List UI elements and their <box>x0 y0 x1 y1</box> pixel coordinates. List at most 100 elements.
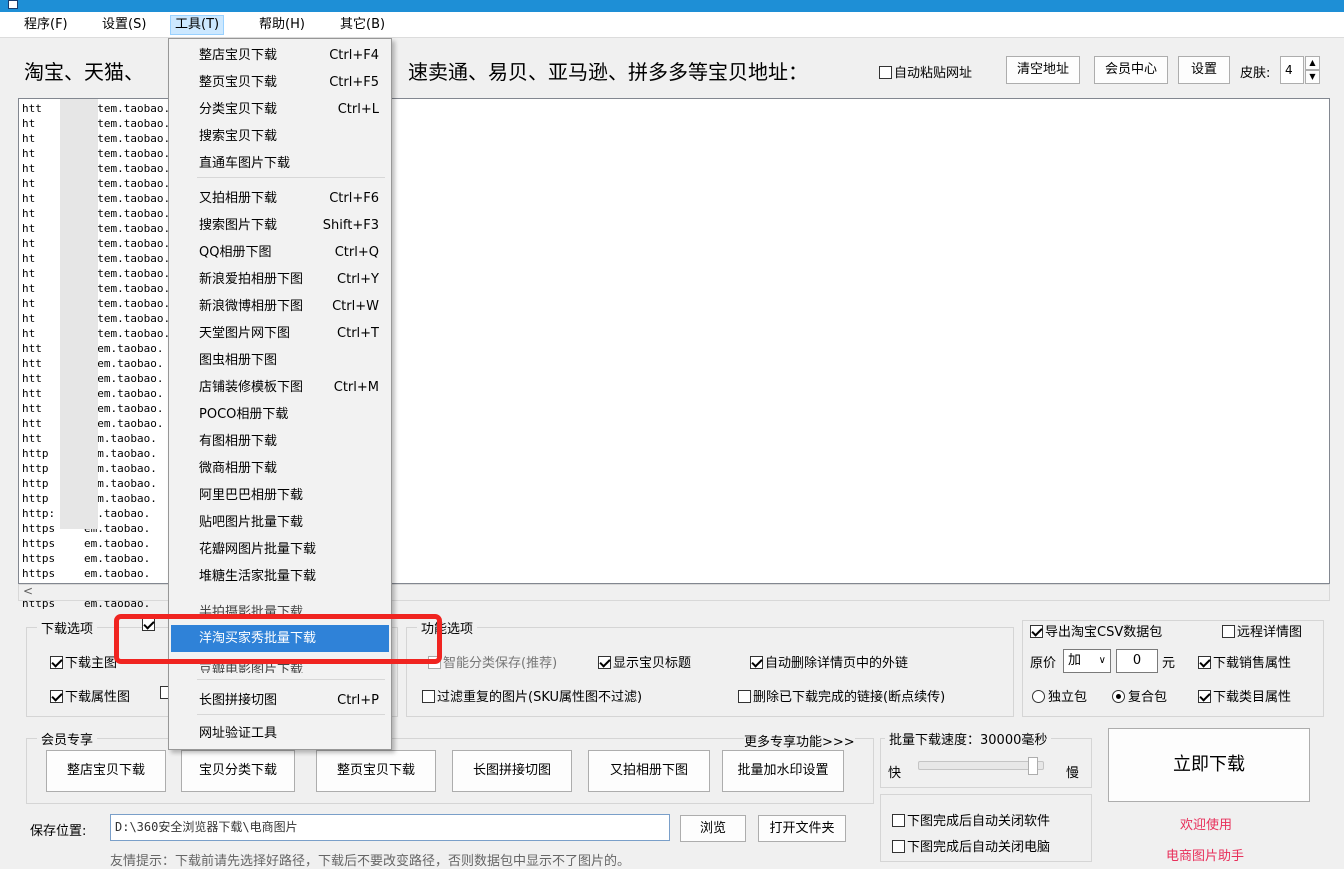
url-list-item: ht/item.taobao. <box>22 326 182 341</box>
url-prefix: ht <box>22 222 36 235</box>
browse-button[interactable]: 浏览 <box>680 815 746 842</box>
member-center-button[interactable]: 会员中心 <box>1094 56 1168 84</box>
chevron-down-icon: ∨ <box>1098 655 1106 666</box>
smart-category-checkbox[interactable]: 智能分类保存(推荐) <box>428 652 557 671</box>
url-list-item: https em.taobao. <box>22 536 182 551</box>
menu-settings[interactable]: 设置(S) <box>98 15 150 35</box>
member-exclusive-title: 会员专享 <box>37 729 98 748</box>
tools-menu-item[interactable]: POCO相册下载 <box>171 401 389 428</box>
close-pc-checkbox[interactable]: 下图完成后自动关闭电脑 <box>892 836 1050 855</box>
check-icon <box>892 814 905 827</box>
welcome-text: 欢迎使用 <box>1180 818 1233 833</box>
tools-menu-item[interactable]: 又拍相册下载 Ctrl+F6 <box>171 185 389 212</box>
url-prefix: ht <box>22 282 36 295</box>
download-now-button[interactable]: 立即下载 <box>1108 728 1310 802</box>
tools-menu-item[interactable]: 网址验证工具 <box>171 720 389 747</box>
speed-slider-track[interactable] <box>918 761 1044 770</box>
settings-button[interactable]: 设置 <box>1178 56 1230 84</box>
member-youpai-button[interactable]: 又拍相册下图 <box>588 750 710 792</box>
show-title-label: 显示宝贝标题 <box>613 656 692 671</box>
tools-menu-item[interactable]: 图虫相册下图 <box>171 347 389 374</box>
member-page-download-button[interactable]: 整页宝贝下载 <box>316 750 436 792</box>
skin-down-arrow-icon[interactable]: ▼ <box>1305 70 1320 84</box>
price-operator-select[interactable]: 加 ∨ <box>1063 649 1111 673</box>
member-long-image-button[interactable]: 长图拼接切图 <box>452 750 572 792</box>
open-folder-button[interactable]: 打开文件夹 <box>758 815 846 842</box>
tools-menu-item[interactable]: 微商相册下载 <box>171 455 389 482</box>
tools-menu-item[interactable]: 阿里巴巴相册下载 <box>171 482 389 509</box>
tools-menu-item-partial[interactable]: 半拍摄影批量下载 <box>199 601 303 615</box>
download-options-title: 下载选项 <box>37 618 98 637</box>
url-prefix: http: <box>22 507 56 520</box>
url-prefix: ht <box>22 312 36 325</box>
tools-menu-item[interactable]: 有图相册下载 <box>171 428 389 455</box>
menu-other[interactable]: 其它(B) <box>336 15 389 35</box>
sales-attr-checkbox[interactable]: 下载销售属性 <box>1198 652 1291 671</box>
tools-menu-item[interactable]: 搜索图片下载 Shift+F3 <box>171 212 389 239</box>
tools-menu-item[interactable]: QQ相册下图 Ctrl+Q <box>171 239 389 266</box>
url-prefix: https <box>22 522 56 535</box>
menu-tools[interactable]: 工具(T) <box>170 15 225 35</box>
tools-menu-item[interactable]: 分类宝贝下载 Ctrl+L <box>171 96 389 123</box>
url-list-item: ht/item.taobao. <box>22 296 182 311</box>
url-list-item: htt item.taobao. <box>22 371 182 386</box>
tools-menu-item[interactable]: 堆糖生活家批量下载 <box>171 563 389 590</box>
tools-menu-item-label: 网址验证工具 <box>199 726 278 741</box>
auto-paste-label: 自动粘贴网址 <box>894 66 973 81</box>
check-icon <box>598 656 611 669</box>
filter-duplicate-checkbox[interactable]: 过滤重复的图片(SKU属性图不过滤) <box>422 686 642 705</box>
scroll-left-arrow-icon[interactable]: < <box>23 584 33 598</box>
tools-menu-item-label: POCO相册下载 <box>199 407 289 422</box>
member-category-download-button[interactable]: 宝贝分类下载 <box>181 750 295 792</box>
download-attr-image-checkbox[interactable]: 下载属性图 <box>50 686 130 705</box>
close-app-checkbox[interactable]: 下图完成后自动关闭软件 <box>892 810 1050 829</box>
menu-program[interactable]: 程序(F) <box>20 15 72 35</box>
tools-menu-item[interactable]: 长图拼接切图 Ctrl+P <box>171 687 389 714</box>
tools-menu-item[interactable]: 新浪微博相册下图 Ctrl+W <box>171 293 389 320</box>
tools-menu-item[interactable]: 整店宝贝下载 Ctrl+F4 <box>171 42 389 69</box>
tools-menu-item[interactable]: 搜索宝贝下载 <box>171 123 389 150</box>
show-title-checkbox[interactable]: 显示宝贝标题 <box>598 652 691 671</box>
url-list-item: htt item.taobao. <box>22 341 182 356</box>
delete-done-checkbox[interactable]: 删除已下载完成的链接(断点续传) <box>738 686 945 705</box>
url-list-item: htt/item.taobao. <box>22 101 182 116</box>
skin-up-arrow-icon[interactable]: ▲ <box>1305 56 1320 70</box>
url-prefix: ht <box>22 132 36 145</box>
delete-done-label: 删除已下载完成的链接(断点续传) <box>753 690 946 705</box>
url-list-item: ht/item.taobao. <box>22 191 182 206</box>
url-prefix: htt <box>22 417 42 430</box>
auto-paste-checkbox[interactable]: 自动粘贴网址 <box>879 62 972 81</box>
sales-attr-label: 下载销售属性 <box>1213 656 1292 671</box>
price-value-input[interactable]: 0 <box>1116 649 1158 673</box>
speed-title: 批量下载速度：30000毫秒 <box>885 729 1052 748</box>
more-features-link[interactable]: 更多专享功能>>> <box>744 731 855 750</box>
url-list-item: ht/item.taobao. <box>22 221 182 236</box>
tools-menu-item[interactable]: 店铺装修模板下图 Ctrl+M <box>171 374 389 401</box>
clear-urls-button[interactable]: 清空地址 <box>1006 56 1080 84</box>
menu-separator <box>197 679 385 680</box>
category-attr-checkbox[interactable]: 下载类目属性 <box>1198 686 1291 705</box>
remote-detail-checkbox[interactable]: 远程详情图 <box>1222 621 1303 640</box>
url-list-item: htt tem.taobao. <box>22 431 182 446</box>
tools-menu-item-label: 有图相册下载 <box>199 434 278 449</box>
tools-menu-item[interactable]: 贴吧图片批量下载 <box>171 509 389 536</box>
member-shop-download-button[interactable]: 整店宝贝下载 <box>46 750 166 792</box>
skin-spinner[interactable]: 4 <box>1280 56 1304 84</box>
single-package-radio[interactable]: 独立包 <box>1032 686 1087 705</box>
auto-delete-links-checkbox[interactable]: 自动删除详情页中的外链 <box>750 652 908 671</box>
tools-menu-item[interactable]: 新浪爱拍相册下图 Ctrl+Y <box>171 266 389 293</box>
speed-slider-thumb[interactable] <box>1028 757 1038 775</box>
tools-menu-item[interactable]: 直通车图片下载 <box>171 150 389 177</box>
check-icon <box>50 690 63 703</box>
tools-menu-item[interactable]: 天堂图片网下图 Ctrl+T <box>171 320 389 347</box>
combo-package-radio[interactable]: 复合包 <box>1112 686 1167 705</box>
remote-detail-label: 远程详情图 <box>1237 625 1303 640</box>
save-path-input[interactable]: D:\360安全浏览器下载\电商图片 <box>110 814 670 841</box>
tools-menu-item[interactable]: 整页宝贝下载 Ctrl+F5 <box>171 69 389 96</box>
tools-menu-item[interactable]: 花瓣网图片批量下载 <box>171 536 389 563</box>
app-name-text: 电商图片助手 <box>1166 849 1245 864</box>
download-main-image-checkbox[interactable]: 下载主图 <box>50 652 117 671</box>
menu-help[interactable]: 帮助(H) <box>255 15 309 35</box>
export-csv-checkbox[interactable]: 导出淘宝CSV数据包 <box>1030 621 1166 640</box>
member-watermark-button[interactable]: 批量加水印设置 <box>722 750 844 792</box>
